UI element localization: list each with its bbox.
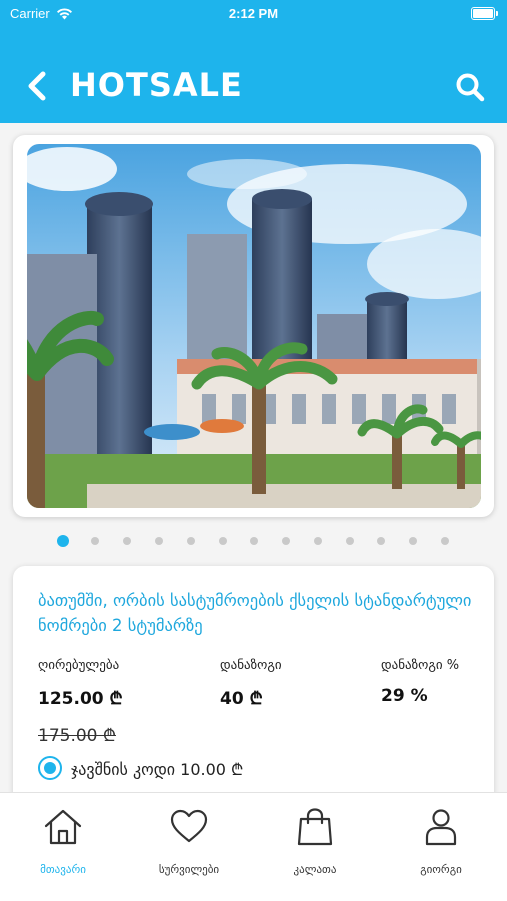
carousel-dot-12[interactable] — [409, 537, 417, 545]
tab-profile-label: გიორგი — [420, 863, 462, 876]
carousel-dot-11[interactable] — [377, 537, 385, 545]
discount-percent-value: 29 % — [381, 686, 428, 706]
hotel-photo[interactable] — [27, 144, 481, 508]
carousel-dot-6[interactable] — [219, 537, 227, 545]
carousel-dot-2[interactable] — [91, 537, 99, 545]
app-header: Carrier 2:12 PM HOTSALE — [0, 0, 507, 123]
search-icon[interactable] — [455, 72, 485, 102]
offer-title[interactable]: ბათუმში, ორბის სასტუმროების ქსელის სტანდ… — [38, 588, 478, 638]
tab-cart-label: კალათა — [293, 863, 337, 876]
tab-home[interactable]: მთავარი — [0, 793, 126, 901]
carousel-dot-9[interactable] — [314, 537, 322, 545]
carousel-dot-4[interactable] — [155, 537, 163, 545]
carousel-indicator — [0, 534, 507, 548]
carousel-dot-7[interactable] — [250, 537, 258, 545]
discount-percent-label: დანაზოგი % — [381, 658, 460, 673]
booking-code-radio[interactable] — [38, 756, 62, 780]
tab-wishlist[interactable]: სურვილები — [126, 793, 252, 901]
offer-image-card[interactable] — [13, 135, 494, 517]
carousel-dot-13[interactable] — [441, 537, 449, 545]
status-bar: Carrier 2:12 PM — [0, 6, 507, 24]
clock: 2:12 PM — [228, 6, 279, 21]
tab-cart[interactable]: კალათა — [252, 793, 378, 901]
offer-details-card[interactable]: ბათუმში, ორბის სასტუმროების ქსელის სტანდ… — [13, 566, 494, 806]
battery-icon — [471, 7, 498, 20]
tab-wishlist-label: სურვილები — [158, 863, 220, 876]
user-icon — [425, 809, 457, 846]
tab-profile[interactable]: გიორგი — [378, 793, 504, 901]
bottom-tab-bar: მთავარი სურვილები კალათა გიორგი — [0, 792, 507, 901]
price-label: ღირებულება — [38, 658, 120, 673]
discount-value: 40 ₾ — [220, 689, 263, 709]
carousel-dot-10[interactable] — [346, 537, 354, 545]
page-title: HOTSALE — [70, 66, 243, 104]
home-icon — [44, 809, 82, 845]
carousel-dot-8[interactable] — [282, 537, 290, 545]
carousel-dot-1[interactable] — [57, 535, 69, 547]
hotel-photo-illustration — [27, 144, 481, 508]
carousel-dot-3[interactable] — [123, 537, 131, 545]
back-arrow-icon[interactable] — [24, 70, 52, 102]
heart-icon — [170, 809, 208, 843]
old-price: 175.00 ₾ — [38, 726, 116, 746]
bag-icon — [297, 808, 333, 846]
booking-code-label[interactable]: ჯავშნის კოდი 10.00 ₾ — [71, 758, 243, 780]
carousel-dot-5[interactable] — [187, 537, 195, 545]
tab-home-label: მთავარი — [40, 863, 86, 876]
discount-label: დანაზოგი — [220, 658, 282, 673]
price-value: 125.00 ₾ — [38, 689, 123, 709]
